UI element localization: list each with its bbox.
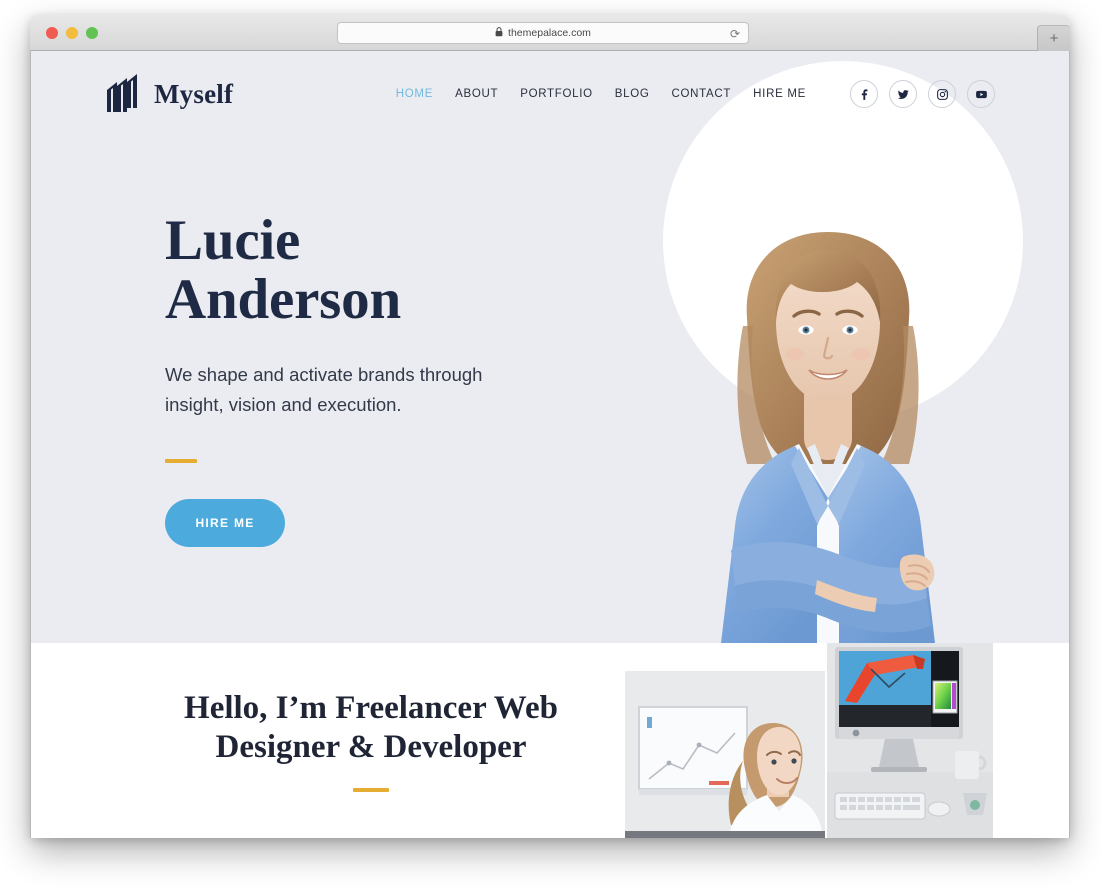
primary-navigation: HOME ABOUT PORTFOLIO BLOG CONTACT HIRE M…: [396, 80, 995, 108]
about-image-whiteboard: [625, 671, 825, 838]
instagram-icon[interactable]: [928, 80, 956, 108]
minimize-window-button[interactable]: [66, 27, 78, 39]
youtube-icon[interactable]: [967, 80, 995, 108]
about-gold-divider: [353, 788, 389, 792]
hero-subtitle-line-2: insight, vision and execution.: [165, 394, 402, 415]
nav-item-blog[interactable]: BLOG: [615, 88, 650, 100]
about-section: Hello, I’m Freelancer Web Designer & Dev…: [31, 643, 1069, 838]
layered-bars-logo-icon: [105, 74, 141, 114]
brand-name: Myself: [154, 78, 234, 109]
hero-title-line-1: Lucie: [165, 209, 301, 272]
address-bar[interactable]: themepalace.com ⟳: [337, 22, 749, 44]
hire-me-button[interactable]: HIRE ME: [165, 499, 285, 547]
about-title-line-2: Designer & Developer: [215, 729, 527, 765]
reload-icon[interactable]: ⟳: [730, 26, 740, 42]
page-viewport: Myself HOME ABOUT PORTFOLIO BLOG CONTACT…: [30, 51, 1070, 838]
nav-item-contact[interactable]: CONTACT: [672, 88, 732, 100]
nav-item-about[interactable]: ABOUT: [455, 88, 498, 100]
hero-portrait-image: [691, 206, 965, 643]
lock-icon: [495, 26, 503, 40]
hero-subtitle-line-1: We shape and activate brands through: [165, 364, 483, 385]
facebook-icon[interactable]: [850, 80, 878, 108]
nav-item-hire-me[interactable]: HIRE ME: [753, 88, 806, 100]
about-title-line-1: Hello, I’m Freelancer Web: [184, 690, 558, 726]
hero-title-line-2: Anderson: [165, 268, 401, 331]
hero-subtitle: We shape and activate brands through ins…: [165, 360, 595, 420]
browser-titlebar: themepalace.com ⟳ +: [30, 15, 1070, 51]
about-image-group: [625, 643, 1025, 838]
brand-logo-link[interactable]: Myself: [105, 74, 233, 114]
twitter-icon[interactable]: [889, 80, 917, 108]
new-tab-button[interactable]: +: [1037, 25, 1070, 51]
about-heading-group: Hello, I’m Freelancer Web Designer & Dev…: [31, 689, 711, 792]
hero-section: Myself HOME ABOUT PORTFOLIO BLOG CONTACT…: [31, 51, 1069, 643]
hero-title: Lucie Anderson: [165, 211, 595, 329]
about-title: Hello, I’m Freelancer Web Designer & Dev…: [31, 689, 711, 767]
site-header: Myself HOME ABOUT PORTFOLIO BLOG CONTACT…: [31, 51, 1069, 137]
window-controls: [46, 27, 98, 39]
about-image-imac-workspace: [827, 643, 993, 838]
nav-item-home[interactable]: HOME: [396, 88, 433, 100]
maximize-window-button[interactable]: [86, 27, 98, 39]
address-bar-url: themepalace.com: [508, 27, 591, 39]
hero-gold-divider: [165, 459, 197, 463]
social-links: [850, 80, 995, 108]
browser-window: themepalace.com ⟳ + Myself HOME ABOUT PO…: [30, 15, 1070, 838]
close-window-button[interactable]: [46, 27, 58, 39]
hero-copy: Lucie Anderson We shape and activate bra…: [165, 211, 595, 547]
nav-item-portfolio[interactable]: PORTFOLIO: [520, 88, 593, 100]
